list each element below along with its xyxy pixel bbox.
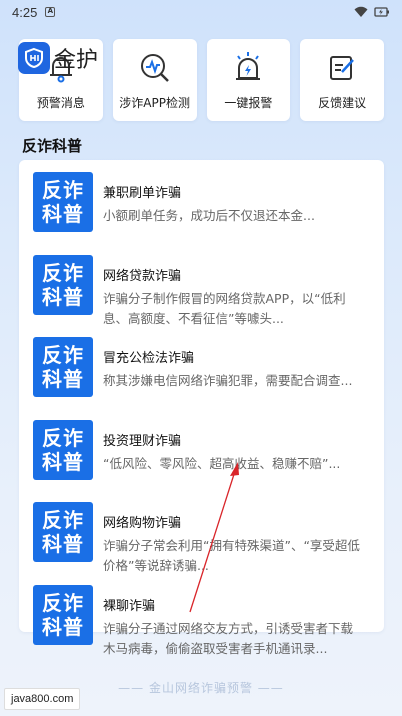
article-desc: 诈骗分子常会利用“拥有特殊渠道”、“享受超低价格”等说辞诱骗... [103,538,360,573]
feedback-button[interactable]: 反馈建议 [300,39,384,121]
article-item[interactable]: 反诈 科普 投资理财诈骗 “低风险、零风险、超高收益、稳赚不赔”... [33,419,370,503]
app-scan-icon [135,48,175,88]
article-title: 兼职刷单诈骗 [103,186,182,201]
battery-icon [374,7,389,17]
app-logo: 金护 [18,40,98,76]
thumb-line2: 科普 [42,532,84,556]
article-thumbnail: 反诈 科普 [33,584,93,645]
thumb-line2: 科普 [42,449,84,474]
thumb-line1: 反诈 [42,590,84,615]
notification-icon: A [45,7,56,17]
article-thumbnail: 反诈 科普 [33,502,93,562]
thumb-line2: 科普 [42,367,84,391]
article-list: 反诈 科普 兼职刷单诈骗 小额刷单任务，成功后不仅退还本金... 反诈 科普 网… [19,160,384,656]
alert-messages-label: 预警消息 [36,96,85,110]
thumb-line1: 反诈 [42,178,84,202]
article-desc: 称其涉嫌电信网络诈骗犯罪，需要配合调查... [103,373,353,388]
wifi-icon [354,6,368,17]
article-title: 冒充公检法诈骗 [103,351,195,366]
article-thumbnail: 反诈 科普 [33,419,93,480]
thumb-line2: 科普 [42,202,84,226]
feedback-edit-icon [322,48,362,88]
thumb-line2: 科普 [42,614,84,639]
feedback-label: 反馈建议 [318,96,367,110]
article-thumbnail: 反诈 科普 [33,337,93,397]
app-logo-text: 金护 [54,48,99,73]
article-item[interactable]: 反诈 科普 网络购物诈骗 诈骗分子常会利用“拥有特殊渠道”、“享受超低价格”等说… [33,502,370,585]
shield-logo-icon [18,42,50,74]
thumb-line1: 反诈 [42,425,84,450]
fraud-app-scan-label: 涉诈APP检测 [119,96,190,110]
status-time: 4:25 [12,4,38,20]
article-item[interactable]: 反诈 科普 冒充公检法诈骗 称其涉嫌电信网络诈骗犯罪，需要配合调查... [33,337,370,420]
article-desc: 小额刷单任务，成功后不仅退还本金... [103,208,315,223]
article-title: 投资理财诈骗 [103,433,182,449]
article-title: 网络购物诈骗 [103,516,182,531]
status-bar: 4:25 A [0,0,402,24]
article-title: 网络贷款诈骗 [103,268,182,284]
thumb-line1: 反诈 [42,343,84,367]
article-desc: “低风险、零风险、超高收益、稳赚不赔”... [103,455,341,471]
thumb-line1: 反诈 [42,260,84,285]
thumb-line1: 反诈 [42,508,84,532]
article-desc: 诈骗分子通过网络交友方式，引诱受害者下载木马病毒，偷偷盗取受害者手机通讯录... [103,620,354,656]
one-click-alarm-label: 一键报警 [224,96,273,110]
status-icons [354,6,390,18]
site-watermark: java800.com [4,688,81,710]
article-thumbnail: 反诈 科普 [33,172,93,232]
section-title: 反诈科普 [22,137,83,155]
article-desc: 诈骗分子制作假冒的网络贷款APP，以“低利息、高额度、不看征信”等噱头... [103,290,346,326]
article-item[interactable]: 反诈 科普 兼职刷单诈骗 小额刷单任务，成功后不仅退还本金... [33,172,370,255]
article-item[interactable]: 反诈 科普 网络贷款诈骗 诈骗分子制作假冒的网络贷款APP，以“低利息、高额度、… [33,254,370,338]
thumb-line2: 科普 [42,284,84,309]
alarm-light-icon [228,48,268,88]
article-item[interactable]: 反诈 科普 裸聊诈骗 诈骗分子通过网络交友方式，引诱受害者下载木马病毒，偷偷盗取… [33,584,370,668]
fraud-app-scan-button[interactable]: 涉诈APP检测 [112,39,197,121]
article-thumbnail: 反诈 科普 [33,254,93,315]
one-click-alarm-button[interactable]: 一键报警 [206,39,291,121]
article-title: 裸聊诈骗 [103,598,156,614]
